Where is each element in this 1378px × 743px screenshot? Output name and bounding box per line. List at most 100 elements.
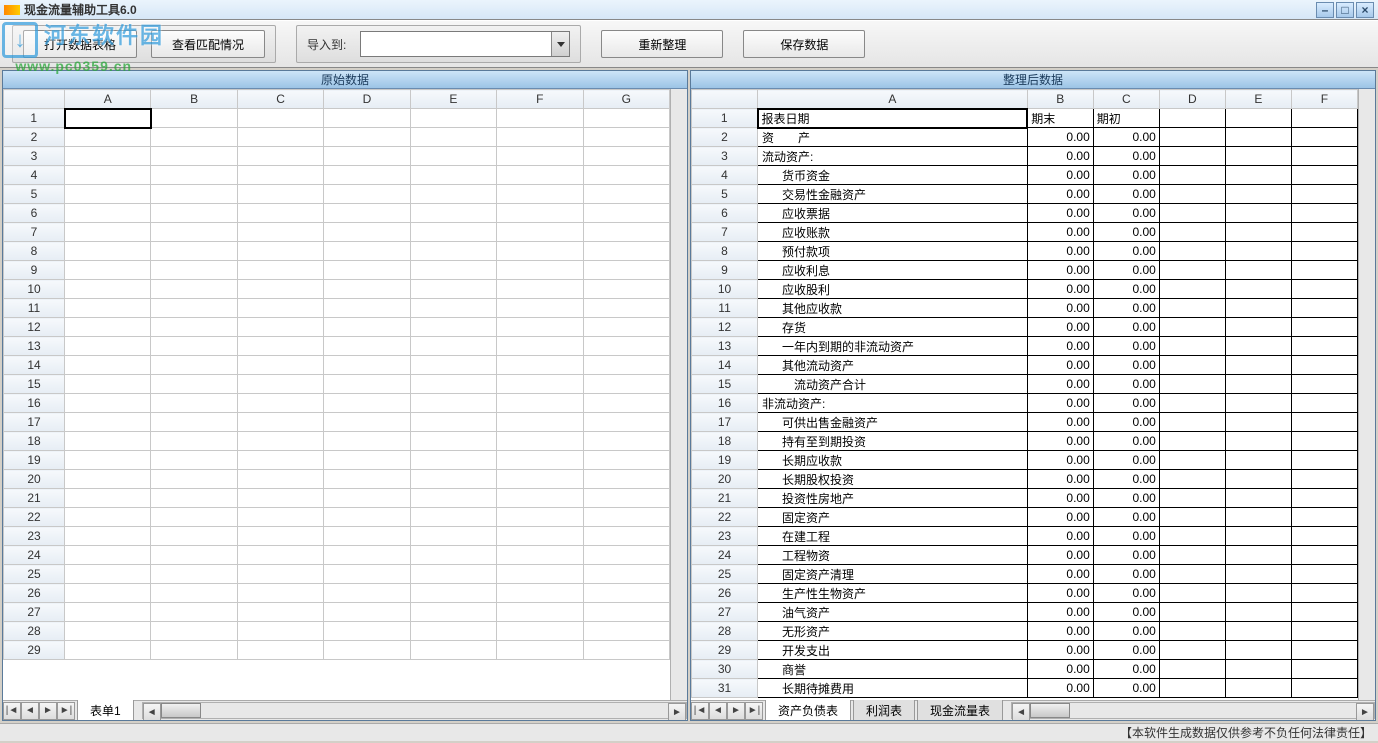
cell[interactable] xyxy=(410,299,496,318)
cell[interactable] xyxy=(1225,413,1291,432)
cell[interactable] xyxy=(1225,356,1291,375)
cell[interactable] xyxy=(1159,147,1225,166)
cell[interactable] xyxy=(1225,546,1291,565)
cell[interactable] xyxy=(237,622,323,641)
open-data-button[interactable]: 打开数据表格 xyxy=(23,30,137,58)
cell[interactable] xyxy=(324,280,410,299)
cell[interactable] xyxy=(324,603,410,622)
cell[interactable]: 期末 xyxy=(1027,109,1093,128)
row-header[interactable]: 24 xyxy=(4,546,65,565)
right-hscrollbar[interactable]: ◄► xyxy=(1011,702,1375,719)
cell[interactable]: 0.00 xyxy=(1027,527,1093,546)
cell[interactable] xyxy=(1291,337,1357,356)
cell[interactable]: 0.00 xyxy=(1093,375,1159,394)
cell[interactable] xyxy=(1159,603,1225,622)
cell[interactable] xyxy=(65,470,151,489)
cell[interactable]: 0.00 xyxy=(1027,147,1093,166)
cell[interactable]: 一年内到期的非流动资产 xyxy=(758,337,1028,356)
cell[interactable] xyxy=(1291,223,1357,242)
cell[interactable]: 0.00 xyxy=(1027,128,1093,147)
cell[interactable]: 0.00 xyxy=(1093,641,1159,660)
cell[interactable]: 0.00 xyxy=(1027,546,1093,565)
cell[interactable] xyxy=(65,527,151,546)
col-header[interactable]: A xyxy=(65,90,151,109)
cell[interactable] xyxy=(1291,185,1357,204)
cell[interactable] xyxy=(237,204,323,223)
cell[interactable] xyxy=(151,185,237,204)
cell[interactable] xyxy=(1225,318,1291,337)
cell[interactable] xyxy=(324,432,410,451)
cell[interactable]: 0.00 xyxy=(1027,584,1093,603)
cell[interactable] xyxy=(583,204,669,223)
cell[interactable] xyxy=(410,166,496,185)
row-header[interactable]: 23 xyxy=(692,527,758,546)
cell[interactable] xyxy=(1159,679,1225,698)
import-target-combo[interactable] xyxy=(360,31,570,57)
cell[interactable] xyxy=(497,622,583,641)
cell[interactable] xyxy=(1225,261,1291,280)
cell[interactable] xyxy=(324,261,410,280)
cell[interactable] xyxy=(324,242,410,261)
maximize-button[interactable]: □ xyxy=(1336,2,1354,18)
row-header[interactable]: 6 xyxy=(4,204,65,223)
cell[interactable] xyxy=(65,413,151,432)
cell[interactable] xyxy=(583,375,669,394)
cell[interactable] xyxy=(1225,299,1291,318)
cell[interactable]: 0.00 xyxy=(1027,603,1093,622)
row-header[interactable]: 14 xyxy=(4,356,65,375)
cell[interactable] xyxy=(237,641,323,660)
cell[interactable] xyxy=(583,622,669,641)
cell[interactable] xyxy=(151,223,237,242)
cell[interactable] xyxy=(497,527,583,546)
cell[interactable] xyxy=(324,318,410,337)
cell[interactable]: 0.00 xyxy=(1027,565,1093,584)
cell[interactable] xyxy=(1225,508,1291,527)
row-header[interactable]: 28 xyxy=(692,622,758,641)
cell[interactable]: 0.00 xyxy=(1027,318,1093,337)
cell[interactable] xyxy=(1291,394,1357,413)
cell[interactable] xyxy=(410,603,496,622)
cell[interactable] xyxy=(151,565,237,584)
cell[interactable] xyxy=(410,413,496,432)
cell[interactable] xyxy=(151,242,237,261)
cell[interactable] xyxy=(410,641,496,660)
cell[interactable] xyxy=(583,470,669,489)
cell[interactable] xyxy=(1159,166,1225,185)
cell[interactable] xyxy=(410,527,496,546)
right-tab-balance[interactable]: 资产负债表 xyxy=(765,700,851,721)
cell[interactable] xyxy=(1159,641,1225,660)
cell[interactable] xyxy=(410,223,496,242)
cell[interactable] xyxy=(1159,337,1225,356)
row-header[interactable]: 22 xyxy=(692,508,758,527)
cell[interactable]: 0.00 xyxy=(1093,223,1159,242)
cell[interactable]: 0.00 xyxy=(1027,375,1093,394)
cell[interactable] xyxy=(237,185,323,204)
close-button[interactable]: × xyxy=(1356,2,1374,18)
right-tab-cashflow[interactable]: 现金流量表 xyxy=(917,700,1003,721)
row-header[interactable]: 30 xyxy=(692,660,758,679)
cell[interactable]: 0.00 xyxy=(1093,318,1159,337)
cell[interactable]: 0.00 xyxy=(1027,337,1093,356)
cell[interactable] xyxy=(497,337,583,356)
cell[interactable] xyxy=(497,451,583,470)
cell[interactable] xyxy=(583,565,669,584)
cell[interactable] xyxy=(1291,261,1357,280)
cell[interactable]: 油气资产 xyxy=(758,603,1028,622)
cell[interactable] xyxy=(151,337,237,356)
row-header[interactable]: 5 xyxy=(692,185,758,204)
cell[interactable] xyxy=(324,356,410,375)
cell[interactable] xyxy=(151,318,237,337)
cell[interactable]: 0.00 xyxy=(1093,622,1159,641)
cell[interactable] xyxy=(1159,299,1225,318)
cell[interactable] xyxy=(324,470,410,489)
cell[interactable] xyxy=(583,356,669,375)
cell[interactable] xyxy=(1291,565,1357,584)
cell[interactable]: 0.00 xyxy=(1093,242,1159,261)
row-header[interactable]: 22 xyxy=(4,508,65,527)
cell[interactable] xyxy=(1291,356,1357,375)
cell[interactable] xyxy=(65,109,151,128)
cell[interactable] xyxy=(151,603,237,622)
cell[interactable] xyxy=(1159,413,1225,432)
cell[interactable] xyxy=(324,375,410,394)
cell[interactable]: 0.00 xyxy=(1093,185,1159,204)
